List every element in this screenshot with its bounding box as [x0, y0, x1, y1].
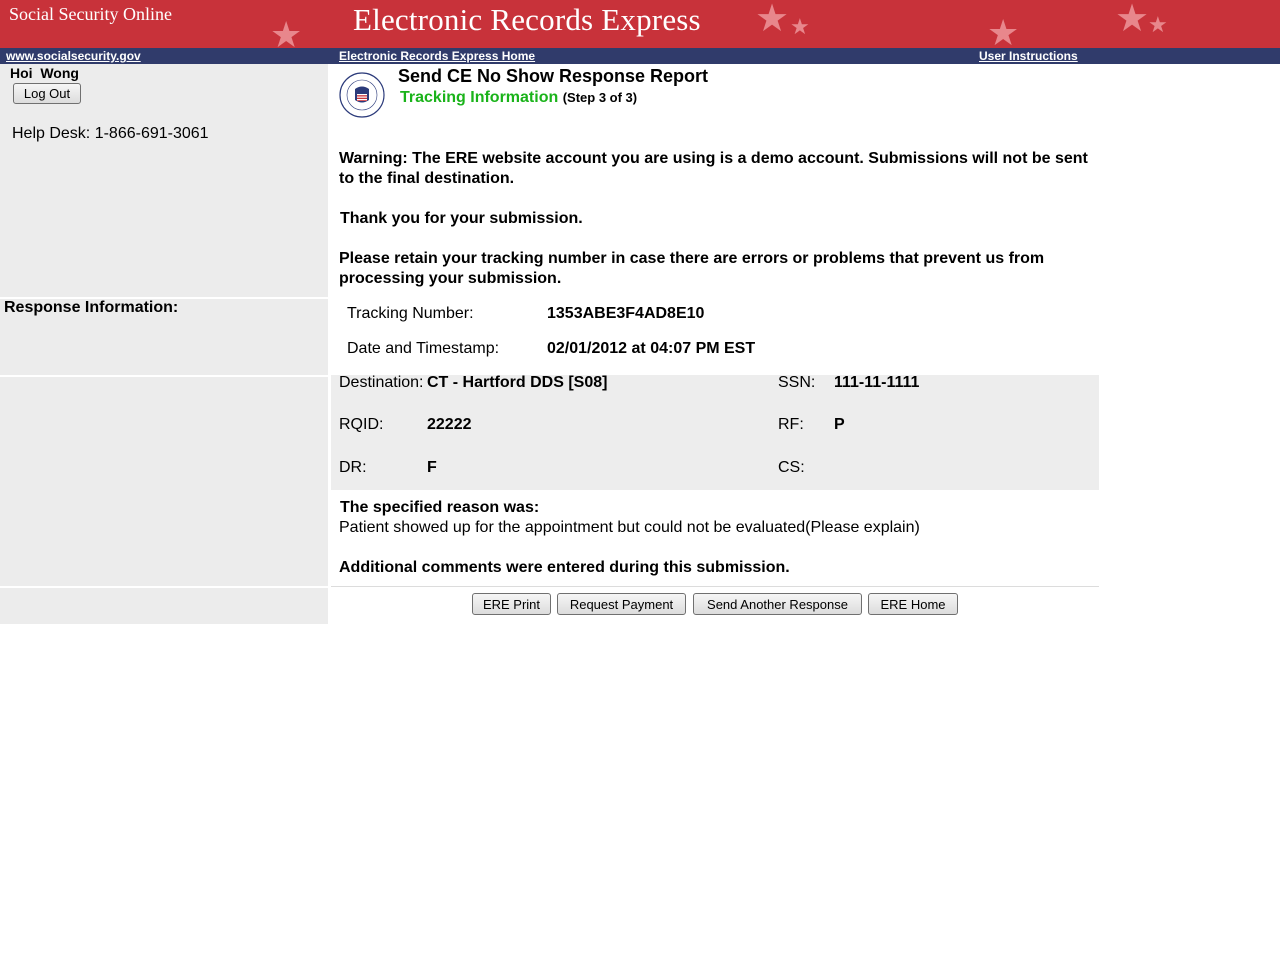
ere-print-button[interactable]: ERE Print — [472, 593, 551, 615]
tracking-number-value: 1353ABE3F4AD8E10 — [547, 305, 705, 322]
sidebar-buttons-panel — [0, 588, 328, 624]
timestamp-label: Date and Timestamp: — [347, 340, 500, 357]
star-icon: ★ — [987, 12, 1020, 48]
page-subtitle: Tracking Information (Step 3 of 3) — [400, 89, 637, 107]
app-title: Electronic Records Express — [353, 2, 701, 37]
retain-message: Please retain your tracking number in ca… — [339, 250, 1045, 287]
dr-value: F — [427, 459, 437, 476]
thank-you-message: Thank you for your submission. — [340, 210, 583, 227]
reason-heading: The specified reason was: — [340, 499, 540, 516]
rf-value: P — [834, 416, 845, 433]
cs-label: CS: — [778, 459, 805, 476]
timestamp-value: 02/01/2012 at 04:07 PM EST — [547, 340, 756, 357]
rf-label: RF: — [778, 416, 804, 433]
nav-bar: www.socialsecurity.gov Electronic Record… — [0, 48, 1280, 64]
subtitle-text: Tracking Information — [400, 89, 559, 106]
rqid-value: 22222 — [427, 416, 472, 433]
user-instructions-link[interactable]: User Instructions — [979, 49, 1078, 63]
additional-comments-note: Additional comments were entered during … — [339, 559, 790, 576]
star-icon: ★ — [270, 14, 303, 48]
ssn-label: SSN: — [778, 374, 816, 391]
sidebar-user-panel: Hoi Wong Log Out Help Desk: 1-866-691-30… — [0, 64, 328, 297]
ere-home-link[interactable]: Electronic Records Express Home — [339, 49, 535, 63]
help-desk-phone: Help Desk: 1-866-691-3061 — [12, 125, 209, 142]
sidebar-details-panel — [0, 377, 328, 586]
tracking-number-label: Tracking Number: — [347, 305, 474, 322]
star-icon: ★ — [790, 14, 810, 39]
ere-home-button[interactable]: ERE Home — [868, 593, 958, 615]
destination-value: CT - Hartford DDS [S08] — [427, 374, 608, 391]
step-indicator: (Step 3 of 3) — [562, 90, 638, 105]
dr-label: DR: — [339, 459, 367, 476]
page-title: Send CE No Show Response Report — [398, 66, 709, 86]
star-icon: ★ — [755, 0, 790, 40]
ssn-value: 111-11-1111 — [834, 374, 920, 391]
request-payment-button[interactable]: Request Payment — [557, 593, 686, 615]
header-banner: ★ ★ ★ ★ ★ ★ Social Security Online Elect… — [0, 0, 1280, 48]
demo-warning: Warning: The ERE website account you are… — [339, 150, 1088, 187]
send-another-response-button[interactable]: Send Another Response — [693, 593, 862, 615]
user-name: Hoi Wong — [10, 65, 79, 81]
destination-label: Destination: — [339, 374, 424, 391]
star-icon: ★ — [1148, 12, 1168, 37]
reason-text: Patient showed up for the appointment bu… — [339, 519, 920, 536]
divider — [331, 586, 1099, 587]
star-icon: ★ — [1115, 0, 1150, 40]
rqid-label: RQID: — [339, 416, 384, 433]
logout-button[interactable]: Log Out — [13, 83, 81, 104]
site-name: Social Security Online — [9, 4, 172, 24]
ssa-seal-icon — [339, 72, 385, 118]
sidebar-response-panel: Response Information: — [0, 299, 328, 375]
ssa-link[interactable]: www.socialsecurity.gov — [6, 49, 141, 63]
response-info-label: Response Information: — [4, 299, 179, 316]
